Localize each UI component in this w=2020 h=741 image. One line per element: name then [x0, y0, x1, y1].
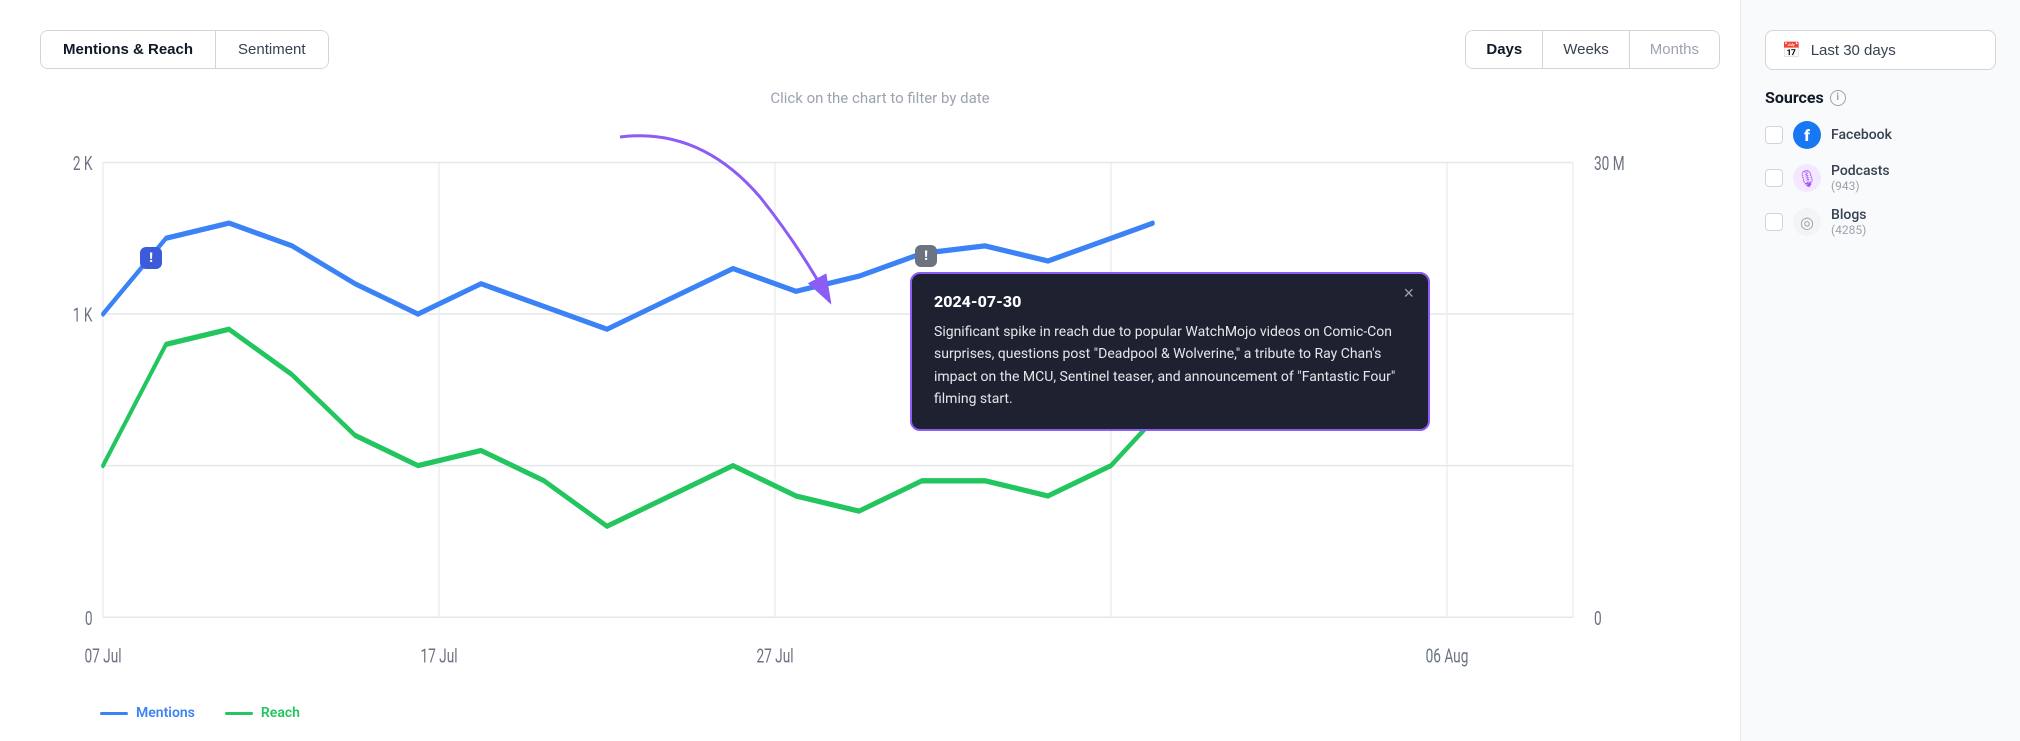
source-podcasts-name: Podcasts — [1831, 163, 1890, 179]
svg-text:30 M: 30 M — [1594, 153, 1625, 176]
legend-mentions: Mentions — [100, 705, 195, 721]
source-podcasts-count: (943) — [1831, 179, 1890, 193]
tooltip-text: Significant spike in reach due to popula… — [934, 321, 1406, 411]
source-blogs-name: Blogs — [1831, 207, 1867, 223]
source-facebook-checkbox[interactable] — [1765, 126, 1783, 144]
source-blogs: ◎ Blogs (4285) — [1765, 207, 1996, 237]
tooltip-box: × 2024-07-30 Significant spike in reach … — [910, 272, 1430, 431]
tooltip-date: 2024-07-30 — [934, 292, 1406, 311]
sources-section: Sources i f Facebook 🎙 Podcasts (943) ◎ — [1765, 88, 1996, 251]
legend-mentions-label: Mentions — [136, 705, 195, 721]
sources-title-text: Sources — [1765, 88, 1824, 107]
source-podcasts: 🎙 Podcasts (943) — [1765, 163, 1996, 193]
period-tabs: Days Weeks Months — [1465, 30, 1720, 69]
svg-text:0: 0 — [1594, 607, 1602, 630]
chart-svg: 2 K 1 K 0 30 M 0 07 Jul 17 Jul 27 Jul 06… — [40, 117, 1720, 693]
annotation-marker-1[interactable]: ! — [140, 247, 162, 269]
chart-legend: Mentions Reach — [40, 705, 1720, 721]
svg-text:17 Jul: 17 Jul — [420, 645, 457, 668]
chart-area[interactable]: 2 K 1 K 0 30 M 0 07 Jul 17 Jul 27 Jul 06… — [40, 117, 1720, 693]
tooltip-close-button[interactable]: × — [1403, 284, 1414, 302]
svg-text:07 Jul: 07 Jul — [84, 645, 121, 668]
legend-reach-line — [225, 712, 253, 715]
svg-text:27 Jul: 27 Jul — [756, 645, 793, 668]
blogs-icon: ◎ — [1793, 208, 1821, 236]
chart-type-tabs: Mentions & Reach Sentiment — [40, 30, 329, 69]
legend-reach: Reach — [225, 705, 300, 721]
legend-mentions-line — [100, 712, 128, 715]
legend-reach-label: Reach — [261, 705, 300, 721]
tab-sentiment[interactable]: Sentiment — [216, 31, 328, 68]
svg-text:2 K: 2 K — [73, 153, 93, 176]
source-podcasts-info: Podcasts (943) — [1831, 163, 1890, 193]
facebook-icon: f — [1793, 121, 1821, 149]
main-content: Mentions & Reach Sentiment Days Weeks Mo… — [0, 0, 1740, 741]
period-days[interactable]: Days — [1466, 31, 1543, 68]
top-bar: Mentions & Reach Sentiment Days Weeks Mo… — [40, 30, 1720, 69]
sidebar: 📅 Last 30 days Sources i f Facebook 🎙 Po… — [1740, 0, 2020, 741]
source-blogs-checkbox[interactable] — [1765, 213, 1783, 231]
source-blogs-info: Blogs (4285) — [1831, 207, 1867, 237]
svg-text:0: 0 — [85, 607, 93, 630]
sources-info-icon[interactable]: i — [1830, 90, 1846, 106]
svg-text:1 K: 1 K — [73, 304, 93, 327]
calendar-icon: 📅 — [1782, 41, 1801, 59]
date-range-button[interactable]: 📅 Last 30 days — [1765, 30, 1996, 70]
chart-hint: Click on the chart to filter by date — [40, 89, 1720, 107]
period-months[interactable]: Months — [1630, 31, 1719, 68]
annotation-marker-1-label: ! — [149, 251, 153, 266]
source-facebook: f Facebook — [1765, 121, 1996, 149]
period-weeks[interactable]: Weeks — [1543, 31, 1630, 68]
date-range-label: Last 30 days — [1811, 42, 1896, 59]
svg-text:06 Aug: 06 Aug — [1426, 645, 1469, 668]
tab-mentions-reach[interactable]: Mentions & Reach — [41, 31, 216, 68]
source-podcasts-checkbox[interactable] — [1765, 169, 1783, 187]
sources-title: Sources i — [1765, 88, 1996, 107]
source-facebook-info: Facebook — [1831, 127, 1892, 143]
annotation-marker-2-label: ! — [924, 249, 928, 264]
source-facebook-name: Facebook — [1831, 127, 1892, 143]
podcasts-icon: 🎙 — [1793, 164, 1821, 192]
source-blogs-count: (4285) — [1831, 223, 1867, 237]
annotation-marker-2[interactable]: ! — [915, 245, 937, 267]
